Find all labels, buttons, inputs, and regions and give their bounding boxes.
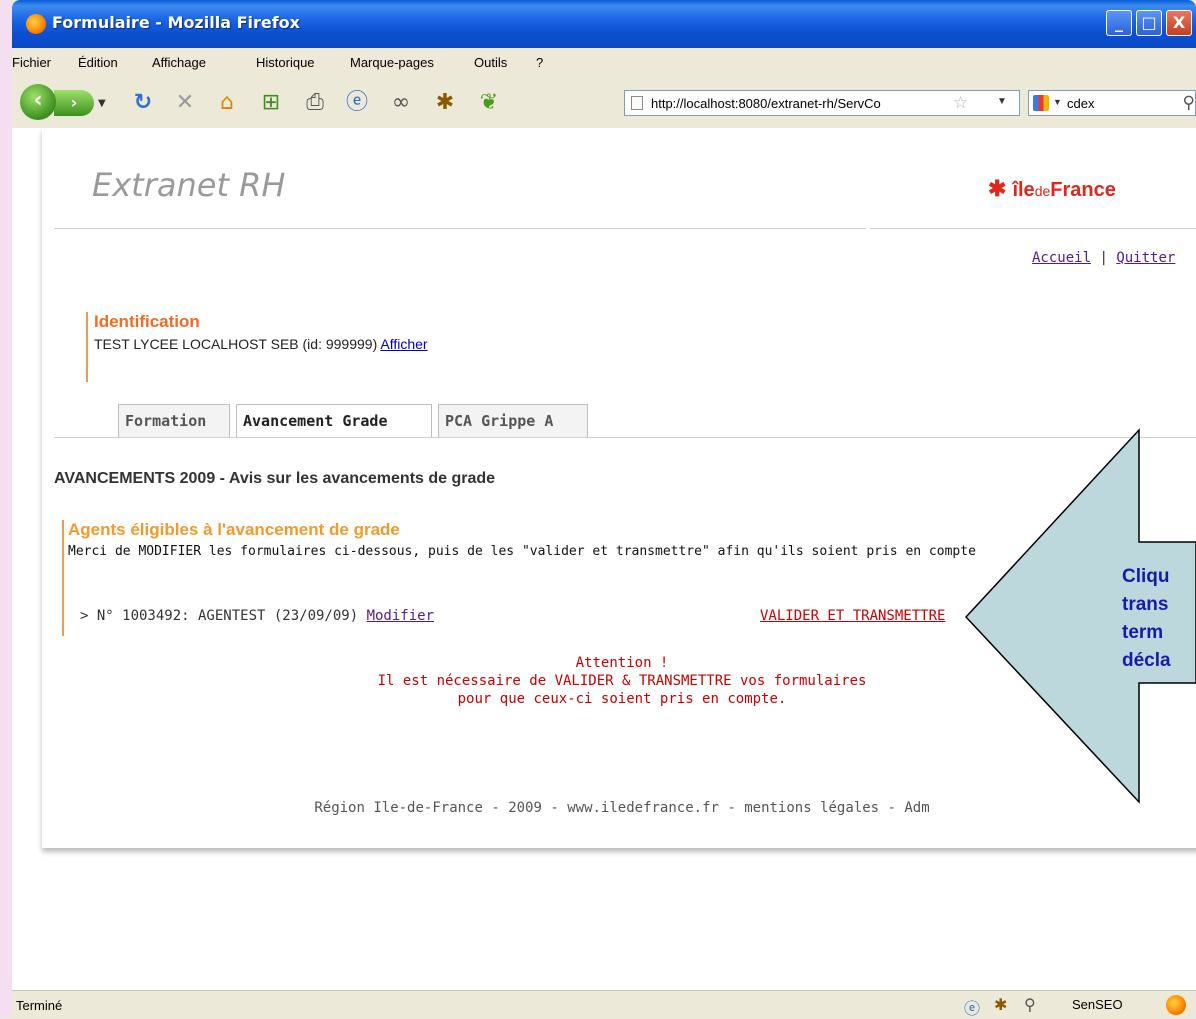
ie-tab-status-icon[interactable]: ⓔ (964, 995, 980, 1019)
url-dropdown-icon[interactable]: ▼ (997, 96, 1007, 107)
search-engine-dropdown-icon[interactable]: ▼ (1053, 97, 1062, 107)
divider (54, 228, 866, 229)
stop-icon[interactable]: ✕ (170, 88, 200, 118)
firebug-icon[interactable]: ✱ (430, 88, 460, 118)
valider-transmettre-link[interactable]: VALIDER ET TRANSMETTRE (760, 608, 945, 624)
url-bar[interactable]: http://localhost:8080/extranet-rh/ServCo… (624, 90, 1020, 116)
search-engine-icon[interactable] (1033, 95, 1049, 111)
link-separator: | (1099, 250, 1108, 266)
top-links: Accueil | Quitter (1032, 250, 1175, 266)
menu-fichier[interactable]: Fichier (12, 55, 51, 70)
tab-pca-grippe-a[interactable]: PCA Grippe A (438, 404, 588, 437)
callout-line: Cliqu (1122, 566, 1170, 587)
search-bar[interactable]: ▼ cdex ⚲ (1028, 90, 1196, 116)
status-bar: Terminé ⓔ ✱ ⚲ SenSEO (12, 990, 1196, 1019)
firebug-status-icon[interactable]: ✱ (994, 995, 1007, 1015)
region-logo[interactable]: ✱ îledeFrance (988, 176, 1116, 202)
forward-button[interactable]: › (54, 90, 94, 116)
magnifier-status-icon[interactable]: ⚲ (1024, 995, 1036, 1015)
identification-text: TEST LYCEE LOCALHOST SEB (id: 999999) Af… (94, 336, 428, 352)
attention-line: Il est nécessaire de VALIDER & TRANSMETT… (377, 673, 867, 689)
page-footer: Région Ile-de-France - 2009 - www.iledef… (314, 800, 930, 816)
status-text: Terminé (16, 998, 63, 1013)
attention-line: Attention ! (575, 655, 669, 671)
tab-formation[interactable]: Formation (118, 404, 230, 437)
tab-avancement-grade[interactable]: Avancement Grade (236, 404, 432, 438)
close-button[interactable]: X (1166, 10, 1192, 36)
window-title: Formulaire - Mozilla Firefox (52, 13, 300, 32)
callout-line: term (1122, 622, 1164, 643)
callout-shape (964, 428, 1196, 804)
firefox-status-icon[interactable] (1166, 995, 1186, 1015)
minimize-button[interactable]: _ (1106, 10, 1132, 36)
history-dropdown-icon[interactable]: ▼ (98, 98, 106, 109)
back-button[interactable]: ‹ (20, 84, 56, 120)
menu-marque-pages[interactable]: Marque-pages (350, 55, 434, 70)
callout-line: décla (1122, 650, 1171, 671)
new-tab-icon[interactable]: ⊞ (256, 88, 286, 118)
attention-line: pour que ceux-ci soient pris en compte. (457, 691, 787, 707)
leaf-icon[interactable]: ❦ (474, 88, 504, 118)
url-text[interactable]: http://localhost:8080/extranet-rh/ServCo (651, 96, 881, 111)
afficher-link[interactable]: Afficher (380, 336, 427, 352)
callout-arrow (964, 428, 1196, 804)
menu-edition[interactable]: Édition (78, 55, 118, 70)
reload-icon[interactable]: ↻ (128, 88, 158, 118)
callout-line: trans (1122, 594, 1169, 615)
navigation-toolbar: › ‹ ▼ ↻ ✕ ⌂ ⊞ ⎙ ⓔ ∞ ✱ ❦ http://localhost… (12, 76, 1196, 129)
search-input[interactable]: cdex (1067, 96, 1094, 111)
search-icon[interactable]: ⚲ (1183, 93, 1195, 113)
menu-outils[interactable]: Outils (474, 55, 507, 70)
menu-help[interactable]: ? (536, 55, 543, 70)
bookmark-star-icon[interactable]: ☆ (953, 93, 968, 113)
modifier-link[interactable]: Modifier (367, 608, 434, 624)
attention-message: Attention ! Il est nécessaire de VALIDER… (302, 654, 942, 708)
identification-box: Identification TEST LYCEE LOCALHOST SEB … (86, 312, 428, 382)
section-title: AVANCEMENTS 2009 - Avis sur les avanceme… (54, 470, 496, 487)
agents-title: Agents éligibles à l'avancement de grade (68, 520, 400, 539)
title-bar: Formulaire - Mozilla Firefox _ □ X (12, 0, 1196, 48)
menu-historique[interactable]: Historique (256, 55, 315, 70)
home-icon[interactable]: ⌂ (212, 88, 242, 118)
accueil-link[interactable]: Accueil (1032, 250, 1091, 266)
maximize-button[interactable]: □ (1136, 10, 1162, 36)
firefox-icon (26, 14, 46, 34)
menu-bar: Fichier Édition Affichage Historique Mar… (12, 48, 1196, 76)
page-icon (631, 96, 643, 110)
agents-instructions: Merci de MODIFIER les formulaires ci-des… (68, 544, 976, 559)
agent-row: > N° 1003492: AGENTEST (23/09/09) Modifi… (80, 608, 435, 624)
ie-tab-icon[interactable]: ⓔ (342, 88, 372, 118)
menu-affichage[interactable]: Affichage (152, 55, 206, 70)
quitter-link[interactable]: Quitter (1116, 250, 1175, 266)
glasses-icon[interactable]: ∞ (386, 88, 416, 118)
divider (870, 228, 1196, 229)
print-icon[interactable]: ⎙ (300, 88, 330, 118)
identification-title: Identification (94, 312, 200, 331)
senseo-label[interactable]: SenSEO (1072, 997, 1123, 1012)
site-brand: Extranet RH (92, 166, 286, 204)
star-logo-icon: ✱ (988, 176, 1007, 201)
